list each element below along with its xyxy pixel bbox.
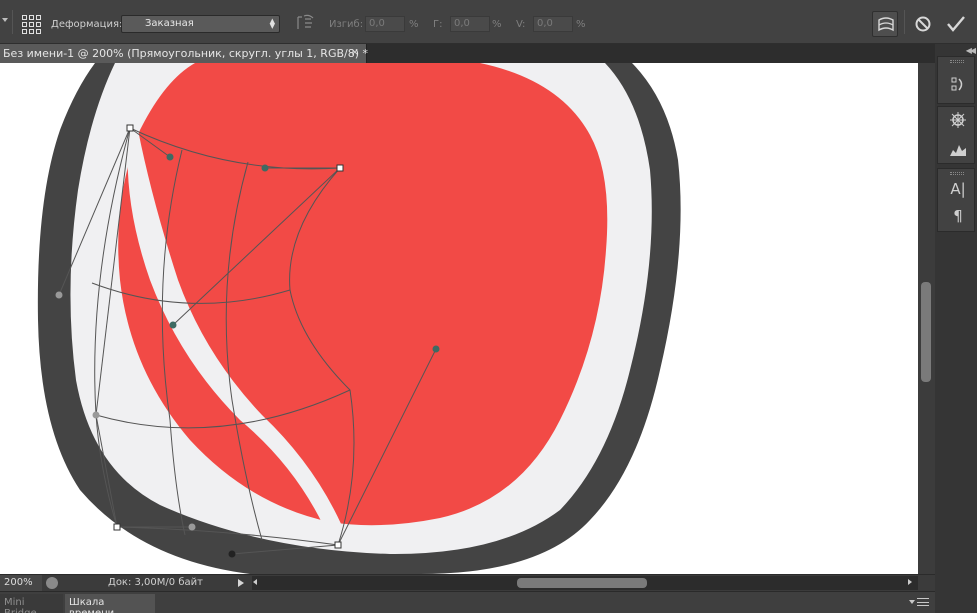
close-tab-icon[interactable]: ×	[351, 47, 359, 58]
dock-panel-group	[937, 106, 975, 164]
panel-menu-icon[interactable]	[917, 598, 929, 606]
scroll-left-icon[interactable]	[253, 579, 257, 585]
paragraph-icon[interactable]: ¶	[948, 206, 968, 226]
warp-mode-toggle-button[interactable]	[872, 11, 898, 37]
document-tab-title: Без имени-1 @ 200% (Прямоугольник, скруг…	[3, 47, 369, 60]
document-tab[interactable]: Без имени-1 @ 200% (Прямоугольник, скруг…	[0, 44, 369, 63]
status-menu-arrow-icon[interactable]	[238, 579, 244, 587]
character-icon[interactable]: A|	[948, 179, 968, 199]
canvas-artwork[interactable]	[0, 63, 918, 574]
separator	[904, 10, 905, 34]
dock-panel-group: A| ¶	[937, 168, 975, 232]
bend-input[interactable]: 0,0	[365, 16, 405, 32]
warp-control-point	[166, 153, 174, 161]
separator	[12, 10, 13, 34]
cancel-icon	[915, 16, 931, 32]
document-canvas[interactable]	[0, 63, 918, 574]
histogram-icon[interactable]	[948, 140, 968, 160]
warp-corner-handle	[113, 523, 121, 531]
document-info-icon[interactable]	[46, 577, 58, 589]
warp-control-point	[92, 411, 100, 419]
vertical-label: V:	[516, 19, 526, 30]
scroll-right-icon[interactable]	[908, 579, 912, 585]
warp-style-value: Заказная	[145, 18, 194, 29]
navigator-icon[interactable]	[948, 110, 968, 130]
warp-label: Деформация:	[51, 19, 123, 30]
warp-control-point	[432, 345, 440, 353]
horizontal-unit: %	[492, 19, 502, 30]
warp-control-point	[169, 321, 177, 329]
horizontal-distortion-input[interactable]: 0,0	[450, 16, 490, 32]
vertical-distortion-input[interactable]: 0,0	[533, 16, 573, 32]
warp-control-point	[228, 550, 236, 558]
reference-point-grid-icon[interactable]	[20, 13, 42, 35]
vertical-unit: %	[576, 19, 586, 30]
panel-grip[interactable]	[950, 60, 964, 63]
vertical-scroll-thumb[interactable]	[921, 282, 931, 382]
warp-corner-handle	[126, 124, 134, 132]
status-bar: 200% Док: 3,00M/0 байт	[0, 574, 935, 591]
warp-mode-icon	[878, 17, 894, 32]
zoom-level-field[interactable]: 200%	[0, 575, 42, 591]
tab-timeline[interactable]: Шкала времени	[65, 594, 155, 613]
right-panel-dock: ◀◀ A| ¶	[935, 44, 977, 613]
bottom-panel-bar: Mini Bridge Шкала времени	[0, 591, 935, 613]
warp-style-select[interactable]: Заказная ▲ ▼	[121, 15, 280, 33]
warp-control-point	[261, 164, 269, 172]
horizontal-scrollbar[interactable]	[252, 576, 918, 590]
history-icon[interactable]	[948, 75, 968, 95]
collapse-dock-icon[interactable]: ◀◀	[966, 46, 976, 55]
panel-grip[interactable]	[950, 172, 964, 175]
warp-corner-handle	[336, 164, 344, 172]
bend-unit: %	[409, 19, 419, 30]
document-tab-bar: Без имени-1 @ 200% (Прямоугольник, скруг…	[0, 44, 935, 63]
cancel-transform-button[interactable]	[914, 15, 932, 33]
warp-control-point	[55, 291, 63, 299]
select-arrows-icon: ▲ ▼	[269, 17, 275, 30]
checkmark-icon	[947, 16, 965, 32]
warp-orientation-icon[interactable]	[295, 14, 315, 32]
tab-mini-bridge[interactable]: Mini Bridge	[0, 594, 63, 613]
horizontal-label: Г:	[433, 19, 443, 30]
panel-menu-caret-icon[interactable]	[909, 600, 915, 604]
commit-transform-button[interactable]	[946, 15, 966, 33]
warp-corner-handle	[334, 541, 342, 549]
options-bar: Деформация: Заказная ▲ ▼ Изгиб: 0,0 % Г: …	[0, 0, 977, 44]
horizontal-scroll-thumb[interactable]	[517, 578, 647, 588]
bend-label: Изгиб:	[329, 19, 364, 30]
document-size-info: Док: 3,00M/0 байт	[108, 577, 203, 588]
vertical-scrollbar[interactable]	[918, 63, 935, 574]
warp-control-point	[188, 523, 196, 531]
tool-preset-caret-icon[interactable]	[2, 18, 8, 22]
dock-panel-group	[937, 56, 975, 104]
